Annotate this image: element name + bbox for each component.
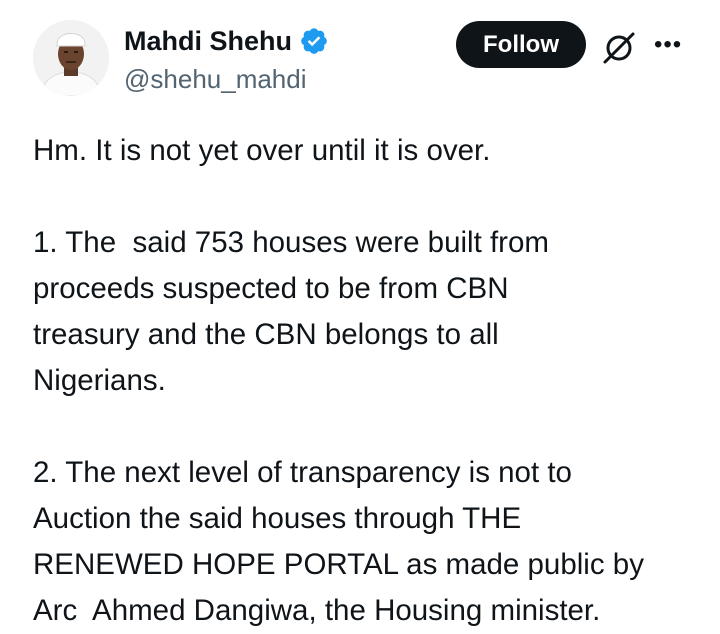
tweet-paragraph: Hm. It is not yet over until it is over. — [33, 134, 491, 167]
more-options-icon[interactable]: ••• — [654, 30, 682, 60]
user-handle[interactable]: @shehu_mahdi — [124, 62, 307, 96]
tweet-paragraph: 1. The said 753 houses were built from p… — [33, 226, 549, 397]
display-name[interactable]: Mahdi Shehu — [124, 24, 329, 58]
display-name-text[interactable]: Mahdi Shehu — [124, 24, 292, 58]
follow-button[interactable]: Follow — [456, 21, 586, 68]
grok-icon[interactable] — [600, 28, 638, 66]
avatar[interactable] — [33, 20, 109, 96]
verified-badge-icon[interactable] — [299, 26, 329, 56]
avatar-image — [33, 20, 109, 96]
tweet-text: Hm. It is not yet over until it is over.… — [33, 128, 698, 634]
tweet-paragraph: 2. The next level of transparency is not… — [33, 456, 644, 627]
